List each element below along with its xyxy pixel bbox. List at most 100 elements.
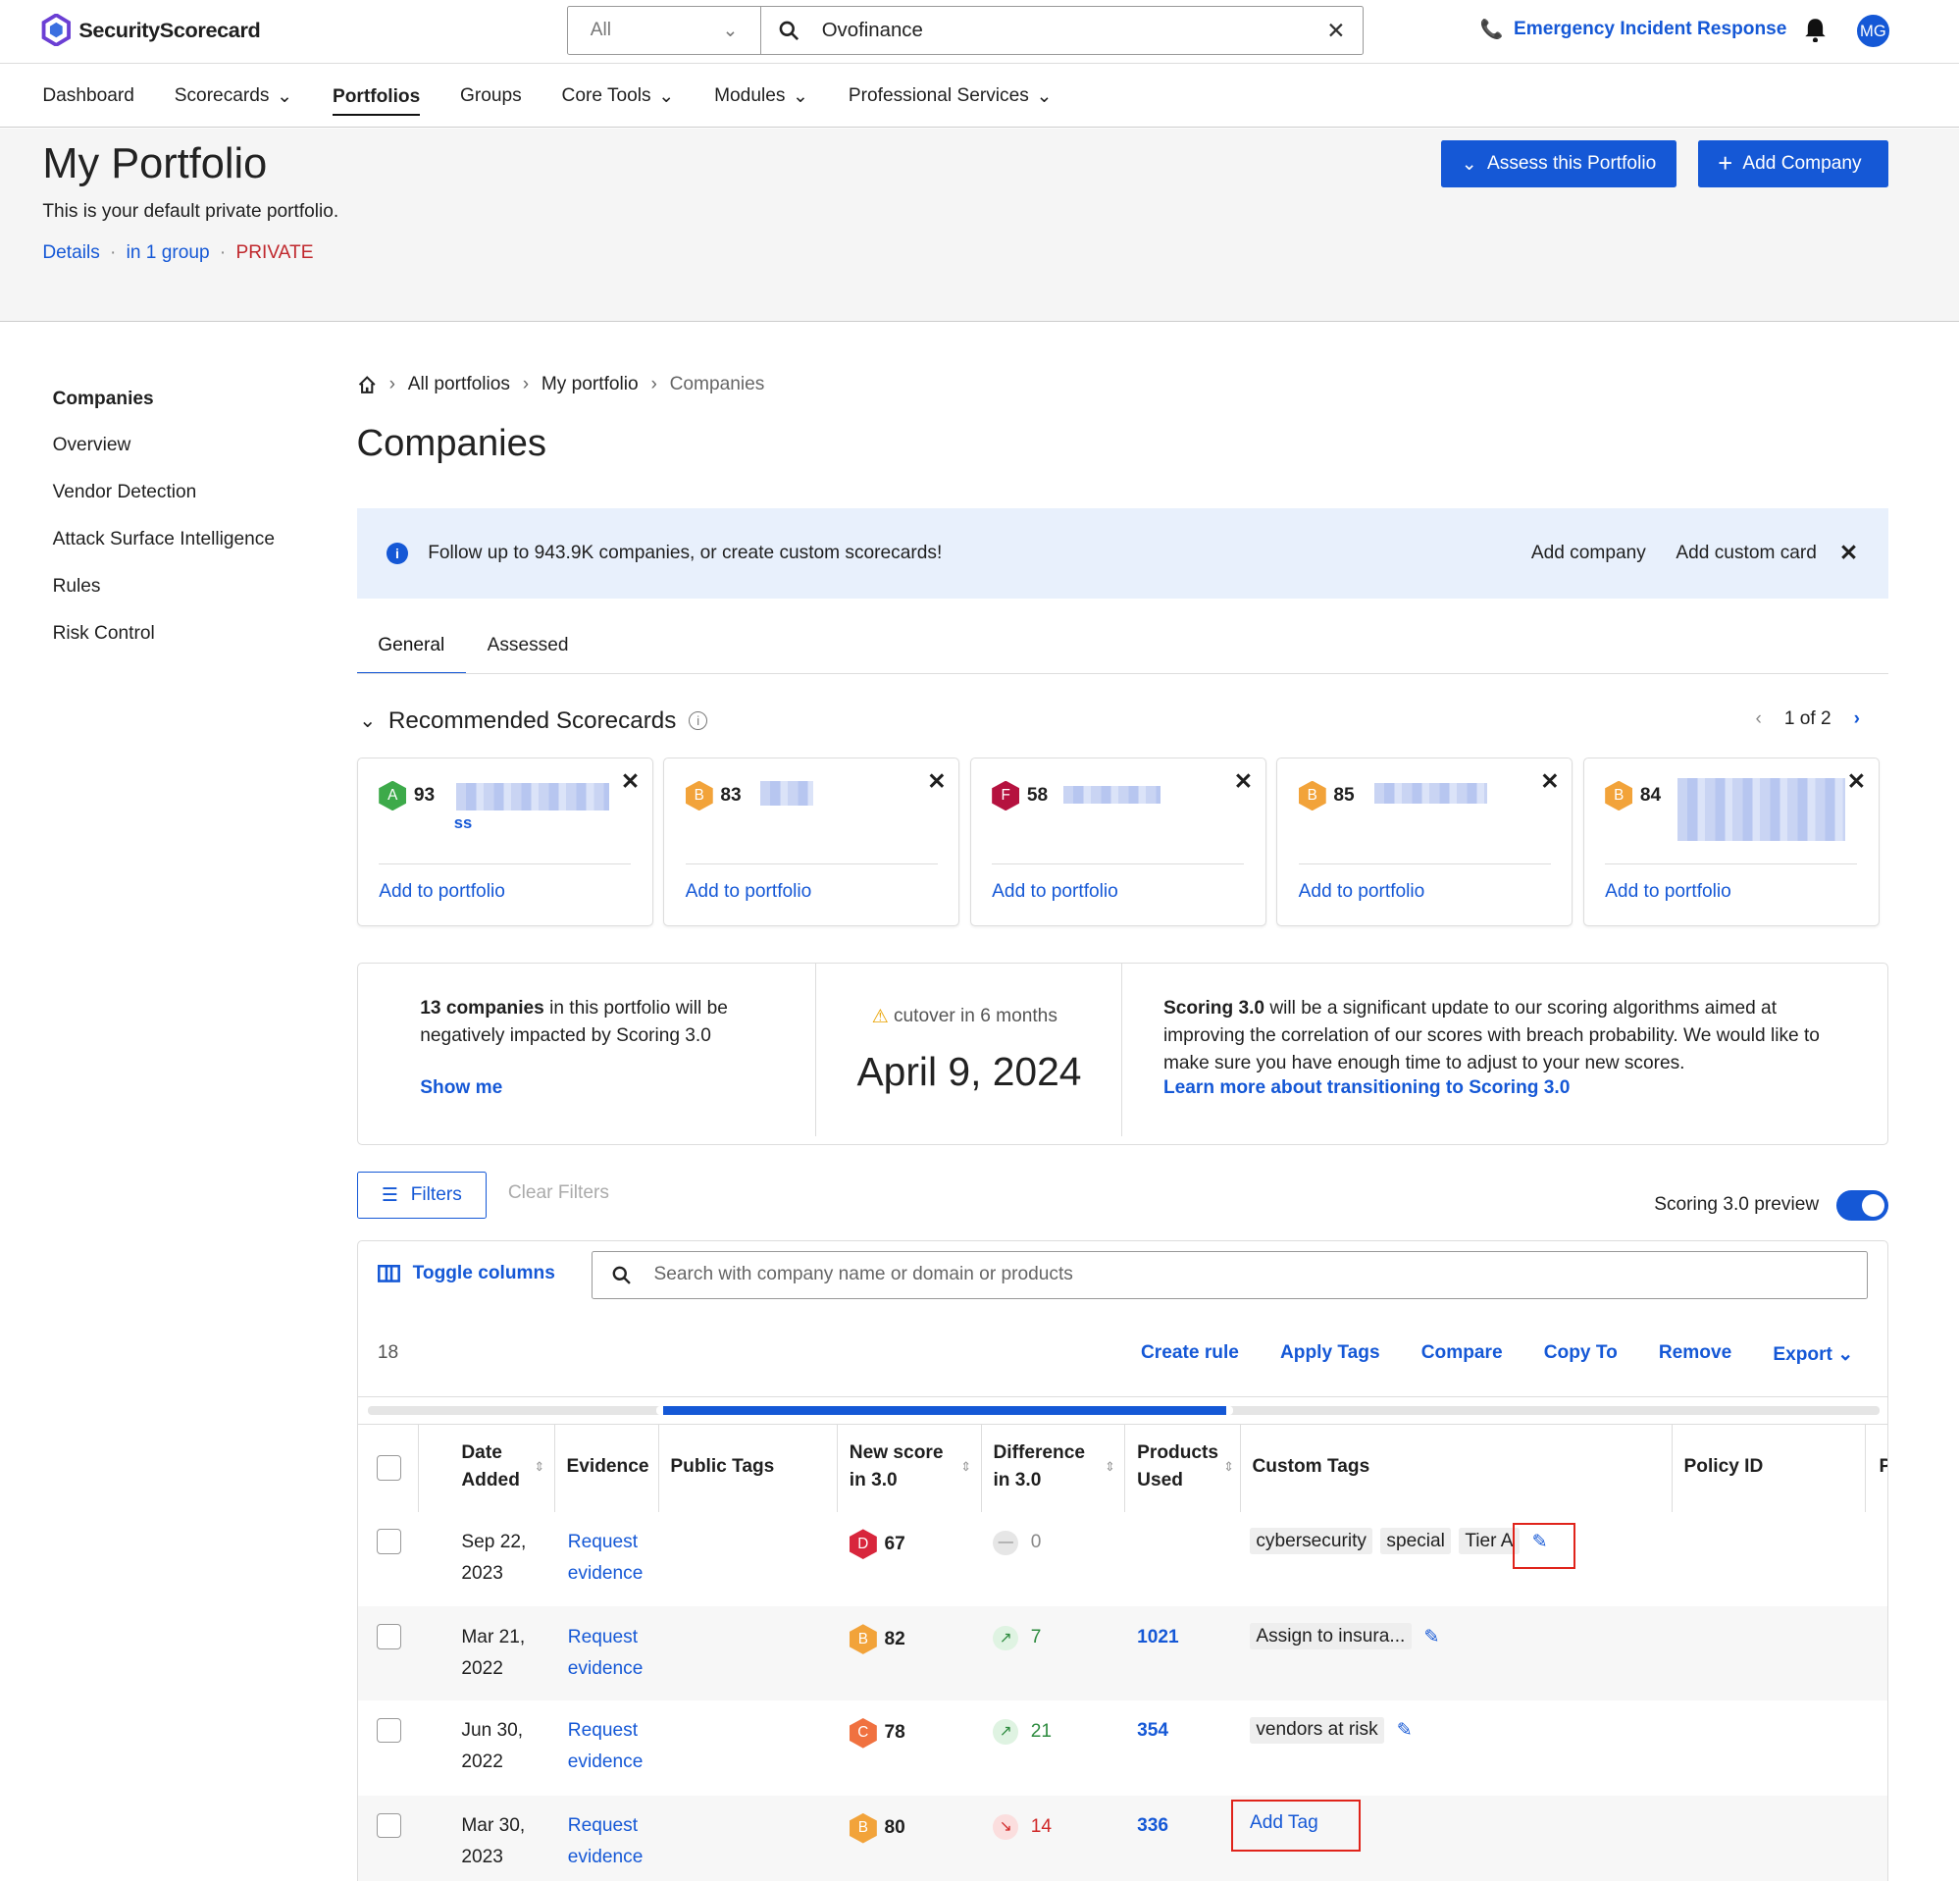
- recommended-card: B 84 ✕ Add to portfolio: [1582, 757, 1880, 926]
- request-evidence-link[interactable]: Request evidence: [568, 1622, 668, 1685]
- groups-link[interactable]: in 1 group: [127, 242, 210, 264]
- sort-icon[interactable]: ⇕: [534, 1459, 544, 1475]
- compare-button[interactable]: Compare: [1421, 1342, 1503, 1366]
- separator-dot: ·: [219, 242, 227, 264]
- close-icon[interactable]: ✕: [1234, 768, 1253, 795]
- sidebar-item-rules[interactable]: Rules: [53, 563, 275, 610]
- table-search-input[interactable]: Search with company name or domain or pr…: [592, 1251, 1869, 1299]
- assess-portfolio-button[interactable]: ⌄ Assess this Portfolio: [1441, 139, 1676, 188]
- sidebar-item-companies[interactable]: Companies: [53, 376, 275, 423]
- arrow-down-icon: ↘: [993, 1814, 1018, 1840]
- new-score: D 67: [849, 1529, 905, 1559]
- card-extra: ss: [453, 812, 473, 832]
- request-evidence-link[interactable]: Request evidence: [568, 1527, 668, 1590]
- filters-button[interactable]: ☰ Filters: [356, 1171, 488, 1220]
- close-icon[interactable]: ✕: [1540, 768, 1559, 795]
- banner-add-company-link[interactable]: Add company: [1531, 543, 1646, 564]
- scoring-preview-label: Scoring 3.0 preview: [1654, 1193, 1820, 1215]
- remove-button[interactable]: Remove: [1659, 1342, 1731, 1366]
- info-outline-icon[interactable]: i: [689, 711, 708, 731]
- sort-icon[interactable]: ⇕: [1105, 1459, 1115, 1475]
- emergency-incident-link[interactable]: 📞 Emergency Incident Response: [1480, 18, 1787, 41]
- sidebar-item-attack-surface[interactable]: Attack Surface Intelligence: [53, 516, 275, 563]
- home-icon[interactable]: [357, 375, 377, 394]
- chevron-down-icon: ⌄: [793, 85, 809, 107]
- select-all-checkbox[interactable]: [376, 1455, 402, 1481]
- column-header-difference[interactable]: Difference in 3.0: [993, 1439, 1101, 1494]
- toggle-columns-button[interactable]: Toggle columns: [377, 1263, 555, 1284]
- info-banner: i Follow up to 943.9K companies, or crea…: [356, 507, 1888, 599]
- nav-scorecards[interactable]: Scorecards ⌄: [175, 65, 292, 128]
- sidebar-item-vendor-detection[interactable]: Vendor Detection: [53, 469, 275, 516]
- row-checkbox[interactable]: [376, 1529, 402, 1554]
- create-rule-button[interactable]: Create rule: [1141, 1342, 1239, 1366]
- nav-portfolios[interactable]: Portfolios: [332, 80, 421, 117]
- banner-add-card-link[interactable]: Add custom card: [1676, 543, 1817, 564]
- add-to-portfolio-link[interactable]: Add to portfolio: [1605, 881, 1731, 903]
- add-company-button[interactable]: + Add Company: [1697, 139, 1888, 188]
- breadcrumb-my-portfolio[interactable]: My portfolio: [542, 374, 639, 395]
- scrollbar-thumb[interactable]: [656, 1406, 1234, 1416]
- tab-assessed[interactable]: Assessed: [466, 626, 590, 675]
- sidebar-item-risk-control[interactable]: Risk Control: [53, 610, 275, 657]
- products-used-link[interactable]: 354: [1137, 1715, 1168, 1747]
- apply-tags-button[interactable]: Apply Tags: [1280, 1342, 1380, 1366]
- column-header-new-score[interactable]: New score in 3.0: [850, 1439, 954, 1494]
- nav-groups[interactable]: Groups: [460, 65, 522, 128]
- clear-search-icon[interactable]: ✕: [1326, 18, 1345, 44]
- chevron-right-icon[interactable]: ›: [1854, 708, 1860, 730]
- sort-icon[interactable]: ⇕: [960, 1459, 971, 1475]
- table-search-placeholder: Search with company name or domain or pr…: [653, 1264, 1073, 1285]
- chevron-left-icon[interactable]: ‹: [1756, 708, 1762, 730]
- row-checkbox[interactable]: [376, 1812, 402, 1839]
- edit-pencil-icon[interactable]: ✎: [1423, 1625, 1439, 1648]
- column-header-products-used[interactable]: Products Used: [1137, 1439, 1224, 1494]
- products-used-link[interactable]: 1021: [1137, 1622, 1179, 1653]
- sort-icon[interactable]: ⇕: [1223, 1459, 1234, 1475]
- date-added: Sep 22, 2023: [461, 1531, 527, 1584]
- arrow-up-icon: ↗: [993, 1719, 1018, 1745]
- nav-core-tools[interactable]: Core Tools ⌄: [562, 65, 675, 128]
- column-header-date-added[interactable]: Date Added: [461, 1439, 537, 1494]
- close-icon[interactable]: ✕: [621, 768, 640, 795]
- close-icon[interactable]: ✕: [1847, 768, 1866, 795]
- custom-tags: cybersecurity special Tier A ✎: [1249, 1528, 1550, 1555]
- add-to-portfolio-link[interactable]: Add to portfolio: [992, 881, 1118, 903]
- nav-modules[interactable]: Modules ⌄: [714, 65, 808, 128]
- close-icon[interactable]: ✕: [927, 768, 946, 795]
- search-scope-select[interactable]: All ⌄: [568, 7, 762, 55]
- horizontal-scrollbar[interactable]: [367, 1406, 1880, 1416]
- products-used-link[interactable]: 336: [1137, 1810, 1168, 1842]
- request-evidence-link[interactable]: Request evidence: [568, 1715, 668, 1778]
- tab-general[interactable]: General: [356, 626, 466, 675]
- chevron-down-icon: ⌄: [722, 21, 739, 42]
- nav-professional-services[interactable]: Professional Services ⌄: [849, 65, 1053, 128]
- learn-more-link[interactable]: Learn more about transitioning to Scorin…: [1163, 1077, 1570, 1099]
- scoring-preview-toggle[interactable]: [1836, 1190, 1888, 1221]
- chevron-down-icon[interactable]: ⌄: [359, 708, 376, 733]
- brand-logo[interactable]: SecurityScorecard: [41, 14, 261, 47]
- search-input[interactable]: Ovofinance ✕: [761, 7, 1363, 54]
- add-to-portfolio-link[interactable]: Add to portfolio: [1299, 881, 1425, 903]
- add-to-portfolio-link[interactable]: Add to portfolio: [686, 881, 812, 903]
- clear-filters-button[interactable]: Clear Filters: [508, 1182, 609, 1204]
- portfolio-title: My Portfolio: [42, 139, 268, 187]
- breadcrumb-all-portfolios[interactable]: All portfolios: [408, 374, 510, 395]
- recommended-header: ⌄ Recommended Scorecards i: [359, 707, 708, 735]
- request-evidence-link[interactable]: Request evidence: [568, 1810, 668, 1873]
- plus-icon: +: [1718, 149, 1733, 178]
- close-icon[interactable]: ✕: [1839, 540, 1858, 566]
- sidebar-item-overview[interactable]: Overview: [53, 422, 275, 469]
- nav-dashboard[interactable]: Dashboard: [42, 65, 134, 128]
- notifications-bell-icon[interactable]: [1804, 18, 1827, 43]
- copy-to-button[interactable]: Copy To: [1544, 1342, 1618, 1366]
- show-me-link[interactable]: Show me: [420, 1077, 502, 1099]
- export-button[interactable]: Export ⌄: [1773, 1342, 1853, 1366]
- row-checkbox[interactable]: [376, 1624, 402, 1649]
- add-to-portfolio-link[interactable]: Add to portfolio: [379, 881, 505, 903]
- row-checkbox[interactable]: [376, 1717, 402, 1744]
- edit-pencil-icon[interactable]: ✎: [1397, 1718, 1413, 1742]
- custom-tag: special: [1380, 1528, 1452, 1555]
- details-link[interactable]: Details: [42, 242, 99, 264]
- custom-tags: Assign to insura... ✎: [1249, 1623, 1550, 1650]
